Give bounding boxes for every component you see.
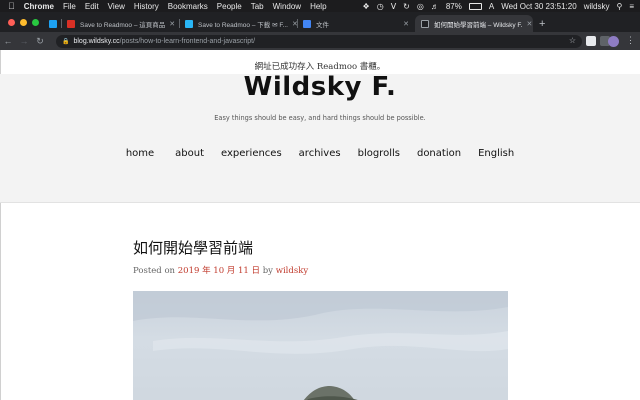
- post-hero-image: [133, 291, 508, 400]
- apple-menu-icon[interactable]: : [8, 1, 15, 11]
- sync-tray-icon[interactable]: ↻: [403, 2, 410, 11]
- nav-donation[interactable]: donation: [417, 148, 461, 159]
- pinned-tab[interactable]: [45, 15, 61, 32]
- wifi-tray-icon[interactable]: ◎: [417, 2, 424, 11]
- chrome-menu-icon[interactable]: ⋮: [626, 35, 635, 46]
- nav-about[interactable]: about: [175, 148, 204, 159]
- bookmark-star-icon[interactable]: ☆: [569, 36, 576, 45]
- back-button[interactable]: ←: [0, 36, 16, 46]
- menu-file[interactable]: File: [63, 2, 76, 11]
- menu-people[interactable]: People: [217, 2, 242, 11]
- notification-center-icon[interactable]: ≡: [629, 2, 634, 11]
- time-machine-tray-icon[interactable]: ◷: [377, 2, 384, 11]
- spotlight-icon[interactable]: ⚲: [616, 2, 622, 11]
- site-tagline: Easy things should be easy, and hard thi…: [214, 114, 426, 122]
- nav-archives[interactable]: archives: [299, 148, 341, 159]
- tab-documents[interactable]: 文件 ✕: [297, 15, 415, 32]
- close-window-button[interactable]: [8, 18, 15, 26]
- twitter-favicon-icon: [49, 19, 57, 28]
- readmoo-favicon-icon: [67, 19, 75, 28]
- minimize-window-button[interactable]: [20, 18, 27, 26]
- close-tab-icon[interactable]: ✕: [399, 20, 409, 28]
- post-title: 如何開始學習前端: [133, 239, 254, 257]
- menu-help[interactable]: Help: [310, 2, 326, 11]
- readmoo-heart-favicon-icon: [185, 19, 193, 28]
- menu-view[interactable]: View: [108, 2, 125, 11]
- tab-readmoo-1[interactable]: Save to Readmoo – 這頁商品 ✕: [61, 15, 179, 32]
- menu-clock[interactable]: Wed Oct 30 23:51:20: [501, 2, 576, 11]
- browser-tab-strip: Save to Readmoo – 這頁商品 ✕ Save to Readmoo…: [0, 12, 640, 32]
- zoom-window-button[interactable]: [32, 18, 39, 26]
- tab-active-wildsky[interactable]: 如何開始學習前端 – Wildsky F. ✕: [415, 15, 533, 32]
- battery-percentage[interactable]: 87%: [446, 2, 462, 11]
- meta-by: by: [262, 266, 273, 276]
- wildsky-favicon-icon: [421, 19, 429, 28]
- window-controls: [0, 12, 39, 32]
- tab-title: 如何開始學習前端 – Wildsky F.: [434, 21, 523, 29]
- bluetooth-tray-icon[interactable]: ᐯ: [391, 2, 396, 11]
- post-date-link[interactable]: 2019 年 10 月 11 日: [178, 266, 260, 276]
- menu-tab[interactable]: Tab: [251, 2, 264, 11]
- menu-edit[interactable]: Edit: [85, 2, 99, 11]
- battery-icon[interactable]: [468, 2, 482, 10]
- url-host: blog.wildsky.cc: [73, 38, 120, 45]
- browser-toolbar: ← → ↻ 🔒 blog.wildsky.cc/posts/how-to-lea…: [0, 32, 640, 50]
- post-author-link[interactable]: wildsky: [276, 266, 308, 276]
- nav-experiences[interactable]: experiences: [221, 148, 282, 159]
- menu-bookmarks[interactable]: Bookmarks: [168, 2, 208, 11]
- lock-icon[interactable]: 🔒: [62, 38, 69, 45]
- post-meta: Posted on 2019 年 10 月 11 日 by wildsky: [133, 264, 308, 276]
- close-tab-icon[interactable]: ✕: [288, 20, 297, 28]
- macos-menu-bar:  Chrome File Edit View History Bookmark…: [0, 0, 640, 12]
- profile-avatar[interactable]: [608, 36, 619, 47]
- tab-title: 文件: [316, 21, 329, 29]
- menu-window[interactable]: Window: [273, 2, 301, 11]
- nav-home[interactable]: home: [126, 148, 154, 159]
- readmoo-saved-notice: 網址已成功存入 Readmoo 書櫃。: [254, 62, 386, 72]
- landscape-photo: [133, 291, 508, 400]
- address-bar[interactable]: 🔒 blog.wildsky.cc/posts/how-to-learn-fro…: [56, 35, 582, 48]
- new-tab-button[interactable]: +: [533, 15, 551, 32]
- input-source-icon[interactable]: A: [489, 2, 494, 11]
- nav-blogrolls[interactable]: blogrolls: [358, 148, 400, 159]
- tab-readmoo-2[interactable]: Save to Readmoo – 下載 ✉ F... ✕: [179, 15, 297, 32]
- menu-app-name[interactable]: Chrome: [24, 2, 54, 11]
- site-title[interactable]: Wildsky F.: [0, 72, 640, 102]
- forward-button[interactable]: →: [16, 36, 32, 46]
- nav-english[interactable]: English: [478, 148, 514, 159]
- tab-title: Save to Readmoo – 這頁商品: [80, 21, 166, 29]
- dropbox-tray-icon[interactable]: ❖: [363, 2, 370, 11]
- url-path: /posts/how-to-learn-frontend-and-javascr…: [119, 38, 256, 45]
- meta-prefix: Posted on: [133, 266, 176, 276]
- close-tab-icon[interactable]: ✕: [165, 20, 175, 28]
- tab-title: Save to Readmoo – 下載 ✉ F...: [198, 21, 288, 29]
- extension-readmoo-icon[interactable]: [586, 36, 596, 46]
- menu-history[interactable]: History: [134, 2, 159, 11]
- docs-favicon-icon: [303, 19, 311, 28]
- web-page: Wildsky F. Easy things should be easy, a…: [0, 50, 640, 400]
- site-nav: home about experiences archives blogroll…: [0, 148, 640, 159]
- reload-button[interactable]: ↻: [32, 36, 48, 47]
- volume-tray-icon[interactable]: ♬: [431, 2, 439, 11]
- site-header: Wildsky F. Easy things should be easy, a…: [0, 72, 640, 203]
- close-tab-icon[interactable]: ✕: [522, 20, 532, 28]
- menu-user[interactable]: wildsky: [584, 2, 610, 11]
